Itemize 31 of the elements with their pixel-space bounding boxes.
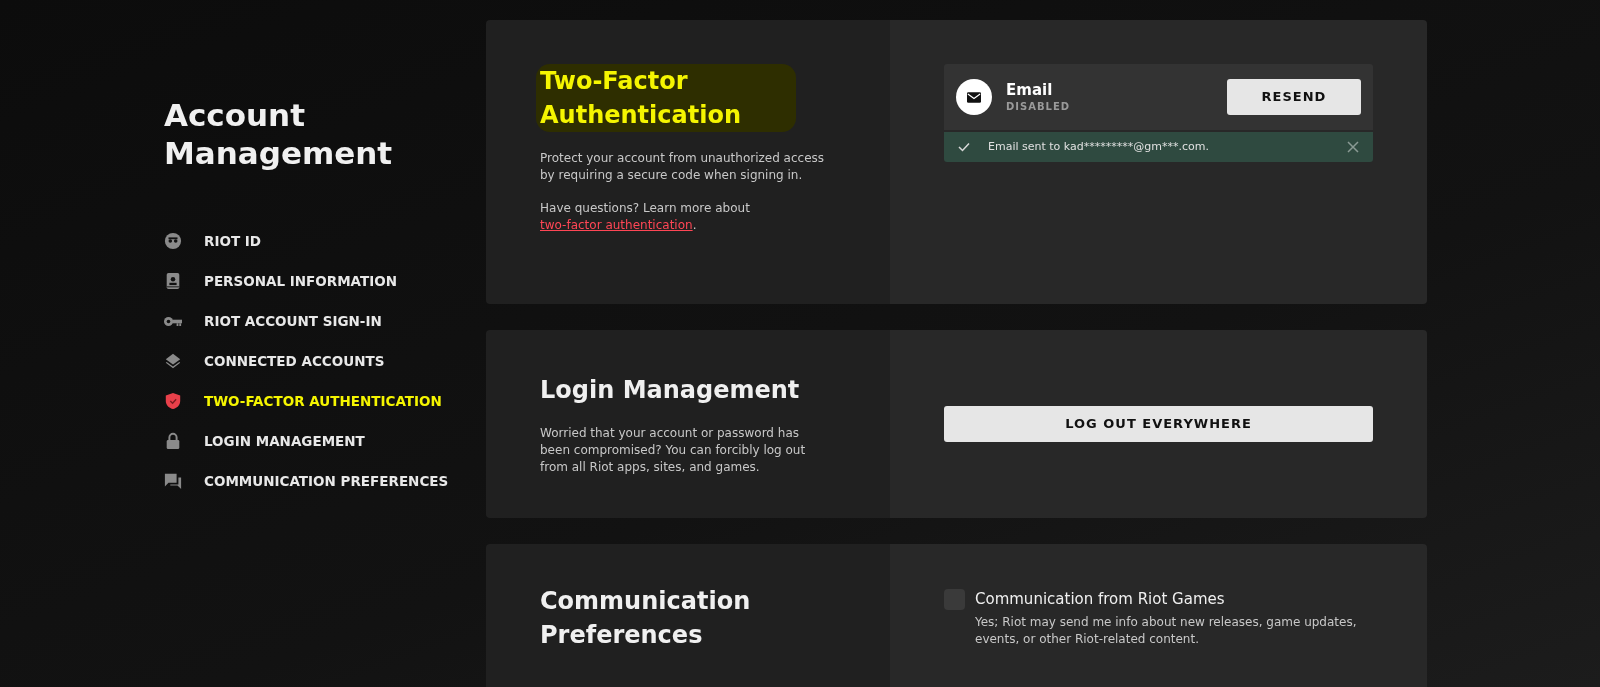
option-description: Yes; Riot may send me info about new releases, game updates, events, or other Riot-related content. xyxy=(975,614,1358,648)
lock-icon xyxy=(164,432,182,450)
sidebar-item[interactable]: RIOT ID xyxy=(164,230,262,252)
sidebar-item[interactable]: CONNECTED ACCOUNTS xyxy=(164,350,385,372)
chat-icon xyxy=(164,472,182,490)
resend-button[interactable]: RESEND xyxy=(1227,79,1361,115)
help-text: Have questions? Learn more about two-factor authentication. xyxy=(540,200,751,234)
section-description: Protect your account from unauthorized access by requiring a secure code when signing in. xyxy=(540,150,826,184)
notice-text: Email sent to kad*********@gm***.com. xyxy=(988,138,1209,155)
section-title: Communication Preferences xyxy=(540,586,752,651)
section-title: Login Management xyxy=(540,374,800,406)
option-label: Communication from Riot Games xyxy=(975,589,1226,610)
sidebar-item[interactable]: PERSONAL INFORMATION xyxy=(164,270,397,292)
section-description: Worried that your account or password has been compromised? You can forcibly log out from all Riot apps, sites, and games. xyxy=(540,424,807,476)
envelope-icon xyxy=(956,79,992,115)
method-label: Email xyxy=(1006,80,1054,100)
id-card-icon xyxy=(164,272,182,290)
close-icon[interactable] xyxy=(1347,141,1359,153)
layers-icon xyxy=(164,352,182,370)
help-link[interactable]: two-factor authentication xyxy=(540,218,693,232)
method-status: DISABLED xyxy=(1006,100,1071,114)
sidebar-item[interactable]: TWO-FACTOR AUTHENTICATION xyxy=(164,390,442,412)
log-out-everywhere-button[interactable]: LOG OUT EVERYWHERE xyxy=(944,406,1373,442)
checkmark-icon xyxy=(958,142,970,152)
face-icon xyxy=(164,232,182,250)
page-title: Account Management xyxy=(164,96,394,172)
sidebar-item[interactable]: RIOT ACCOUNT SIGN-IN xyxy=(164,310,382,332)
section-title: Two-Factor Authentication xyxy=(536,64,796,132)
shield-icon xyxy=(164,392,182,410)
sidebar-item[interactable]: LOGIN MANAGEMENT xyxy=(164,430,365,452)
sidebar-item[interactable]: COMMUNICATION PREFERENCES xyxy=(164,470,449,492)
